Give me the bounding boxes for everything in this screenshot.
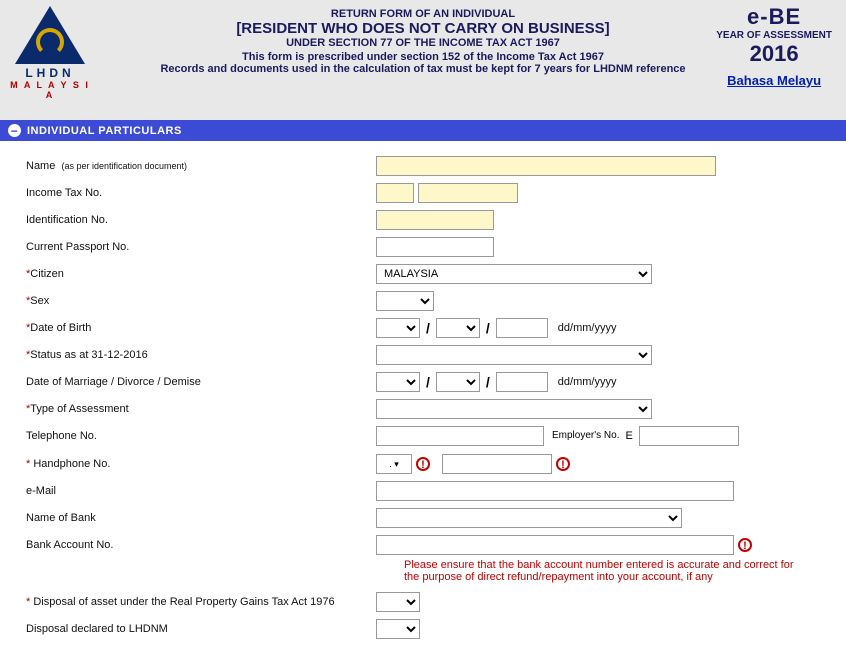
row-assessment: *Type of Assessment <box>26 398 836 420</box>
dob-year-input[interactable] <box>496 318 548 338</box>
assessment-year: 2016 <box>716 41 832 67</box>
employers-prefix: E <box>626 430 633 442</box>
marriage-day-select[interactable] <box>376 372 420 392</box>
label-dob: *Date of Birth <box>26 322 376 334</box>
row-passport: Current Passport No. <box>26 236 836 258</box>
disposal-asset-select[interactable] <box>376 592 420 612</box>
label-disposal-declared: Disposal declared to LHDNM <box>26 623 376 635</box>
employers-no-input[interactable] <box>639 426 739 446</box>
bank-name-select[interactable] <box>376 508 682 528</box>
identification-input[interactable] <box>376 210 494 230</box>
label-sex: *Sex <box>26 295 376 307</box>
label-bank-account: Bank Account No. <box>26 539 376 551</box>
row-disposal-asset: * Disposal of asset under the Real Prope… <box>26 591 836 613</box>
citizen-select[interactable]: MALAYSIA <box>376 264 652 284</box>
label-bank-name: Name of Bank <box>26 512 376 524</box>
row-bank-account: Bank Account No. ! <box>26 534 836 556</box>
header-line5: Records and documents used in the calcul… <box>110 63 736 75</box>
bank-account-note: Please ensure that the bank account numb… <box>404 559 806 583</box>
row-dob: *Date of Birth / / dd/mm/yyyy <box>26 317 836 339</box>
collapse-icon[interactable]: − <box>8 124 21 137</box>
language-link[interactable]: Bahasa Melayu <box>727 73 821 89</box>
label-email: e-Mail <box>26 485 376 497</box>
marriage-hint: dd/mm/yyyy <box>558 376 617 388</box>
row-handphone: * Handphone No. . ▾ ! ! <box>26 453 836 475</box>
header-line3: UNDER SECTION 77 OF THE INCOME TAX ACT 1… <box>110 37 736 49</box>
dob-day-select[interactable] <box>376 318 420 338</box>
row-disposal-declared: Disposal declared to LHDNM <box>26 618 836 640</box>
row-bank-name: Name of Bank <box>26 507 836 529</box>
logo-text-malaysia: M A L A Y S I A <box>10 80 90 100</box>
header-line4: This form is prescribed under section 15… <box>110 51 736 63</box>
label-status: *Status as at 31-12-2016 <box>26 349 376 361</box>
income-tax-prefix-input[interactable] <box>376 183 414 203</box>
name-input[interactable] <box>376 156 716 176</box>
ebe-label: e-BE <box>716 4 832 30</box>
label-assessment: *Type of Assessment <box>26 403 376 415</box>
row-marriage: Date of Marriage / Divorce / Demise / / … <box>26 371 836 393</box>
row-status: *Status as at 31-12-2016 <box>26 344 836 366</box>
warning-icon: ! <box>416 457 430 471</box>
logo-text-lhdn: LHDN <box>10 66 90 80</box>
year-of-assessment-label: YEAR OF ASSESSMENT <box>716 30 832 41</box>
disposal-declared-select[interactable] <box>376 619 420 639</box>
header-right: e-BE YEAR OF ASSESSMENT 2016 Bahasa Mela… <box>716 4 832 89</box>
row-telephone: Telephone No. Employer's No. E <box>26 425 836 447</box>
telephone-input[interactable] <box>376 426 544 446</box>
dob-month-select[interactable] <box>436 318 480 338</box>
row-income-tax-no: Income Tax No. <box>26 182 836 204</box>
marriage-year-input[interactable] <box>496 372 548 392</box>
assessment-select[interactable] <box>376 399 652 419</box>
label-passport: Current Passport No. <box>26 241 376 253</box>
row-sex: *Sex <box>26 290 836 312</box>
status-select[interactable] <box>376 345 652 365</box>
row-identification-no: Identification No. <box>26 209 836 231</box>
sex-select[interactable] <box>376 291 434 311</box>
label-handphone: * Handphone No. <box>26 458 376 470</box>
label-telephone: Telephone No. <box>26 430 376 442</box>
marriage-month-select[interactable] <box>436 372 480 392</box>
bank-account-input[interactable] <box>376 535 734 555</box>
row-email: e-Mail <box>26 480 836 502</box>
slash-icon: / <box>424 374 432 390</box>
label-name: Name (as per identification document) <box>26 160 376 172</box>
row-citizen: *Citizen MALAYSIA <box>26 263 836 285</box>
slash-icon: / <box>424 320 432 336</box>
label-citizen: *Citizen <box>26 268 376 280</box>
lhdn-logo: LHDN M A L A Y S I A <box>10 6 90 100</box>
label-employers-no: Employer's No. <box>552 431 620 441</box>
header-center: RETURN FORM OF AN INDIVIDUAL [RESIDENT W… <box>10 8 836 75</box>
label-income-tax-no: Income Tax No. <box>26 187 376 199</box>
passport-input[interactable] <box>376 237 494 257</box>
email-input[interactable] <box>376 481 734 501</box>
form-area: Name (as per identification document) In… <box>0 141 846 655</box>
row-name: Name (as per identification document) <box>26 155 836 177</box>
label-identification-no: Identification No. <box>26 214 376 226</box>
section-title: INDIVIDUAL PARTICULARS <box>27 125 182 137</box>
label-disposal-asset: * Disposal of asset under the Real Prope… <box>26 596 376 608</box>
income-tax-number-input[interactable] <box>418 183 518 203</box>
header-line1: RETURN FORM OF AN INDIVIDUAL <box>110 8 736 20</box>
logo-triangle-icon <box>15 6 85 64</box>
slash-icon: / <box>484 320 492 336</box>
label-marriage: Date of Marriage / Divorce / Demise <box>26 376 376 388</box>
warning-icon: ! <box>738 538 752 552</box>
dob-hint: dd/mm/yyyy <box>558 322 617 334</box>
handphone-input[interactable] <box>442 454 552 474</box>
section-individual-particulars[interactable]: − INDIVIDUAL PARTICULARS <box>0 120 846 141</box>
warning-icon: ! <box>556 457 570 471</box>
handphone-prefix-select[interactable]: . ▾ <box>376 454 412 474</box>
page-header: LHDN M A L A Y S I A e-BE YEAR OF ASSESS… <box>0 0 846 120</box>
slash-icon: / <box>484 374 492 390</box>
header-line2: [RESIDENT WHO DOES NOT CARRY ON BUSINESS… <box>110 20 736 37</box>
